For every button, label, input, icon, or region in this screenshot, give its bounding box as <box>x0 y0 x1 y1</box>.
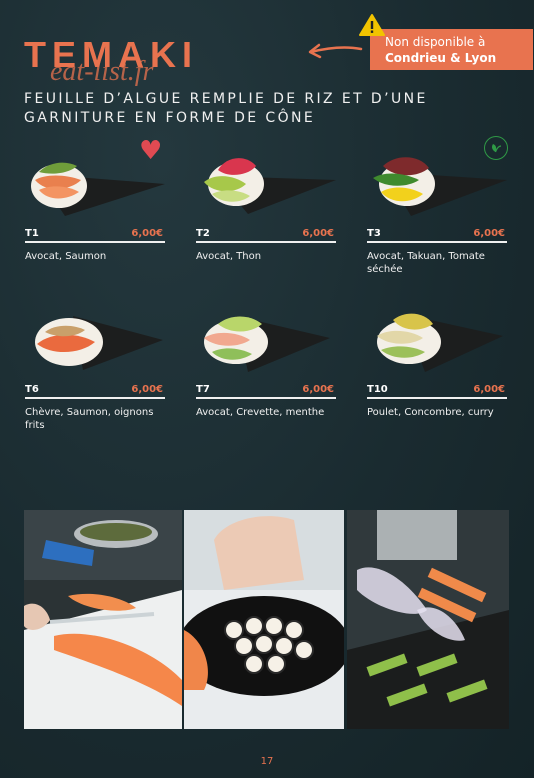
temaki-chicken-image <box>377 313 503 372</box>
item-price: 6,00€ <box>473 384 505 395</box>
item-description: Avocat, Thon <box>196 251 262 262</box>
item-price: 6,00€ <box>302 384 334 395</box>
photo-temaki-preparation <box>347 510 509 729</box>
temaki-salmon-image <box>31 162 165 216</box>
photo-sushi-platter <box>184 510 344 729</box>
item-price: 6,00€ <box>473 228 505 239</box>
temaki-tuna-image <box>204 158 336 214</box>
temaki-shrimp-image <box>204 316 330 372</box>
item-price: 6,00€ <box>131 228 163 239</box>
item-price: 6,00€ <box>302 228 334 239</box>
photo-salmon-cutting <box>24 510 182 729</box>
item-description: Avocat, Crevette, menthe <box>196 407 325 418</box>
item-description: Avocat, Takuan, Tomate séchée <box>367 251 485 275</box>
item-description: Avocat, Saumon <box>25 251 107 262</box>
warning-icon <box>359 14 385 36</box>
page-subtitle: FEUILLE D’ALGUE REMPLIE DE RIZ ET D’UNE … <box>24 91 428 126</box>
temaki-takuan-image <box>373 157 507 216</box>
item-code: T10 <box>367 384 388 395</box>
notice-line2: Condrieu & Lyon <box>385 51 497 65</box>
item-description: Chèvre, Saumon, oignons frits <box>25 407 154 431</box>
page-number: 17 <box>260 756 274 767</box>
item-code: T7 <box>196 384 210 395</box>
item-code: T6 <box>25 384 39 395</box>
item-code: T3 <box>367 228 381 239</box>
item-description: Poulet, Concombre, curry <box>367 407 494 418</box>
item-code: T1 <box>25 228 39 239</box>
item-price: 6,00€ <box>131 384 163 395</box>
arrow-left-icon <box>308 43 363 59</box>
notice-line1: Non disponible à <box>385 35 486 49</box>
watermark: eat-list.fr <box>50 56 154 87</box>
availability-notice: Non disponible à Condrieu & Lyon <box>370 29 533 70</box>
item-code: T2 <box>196 228 210 239</box>
temaki-goat-cheese-image <box>35 316 163 370</box>
